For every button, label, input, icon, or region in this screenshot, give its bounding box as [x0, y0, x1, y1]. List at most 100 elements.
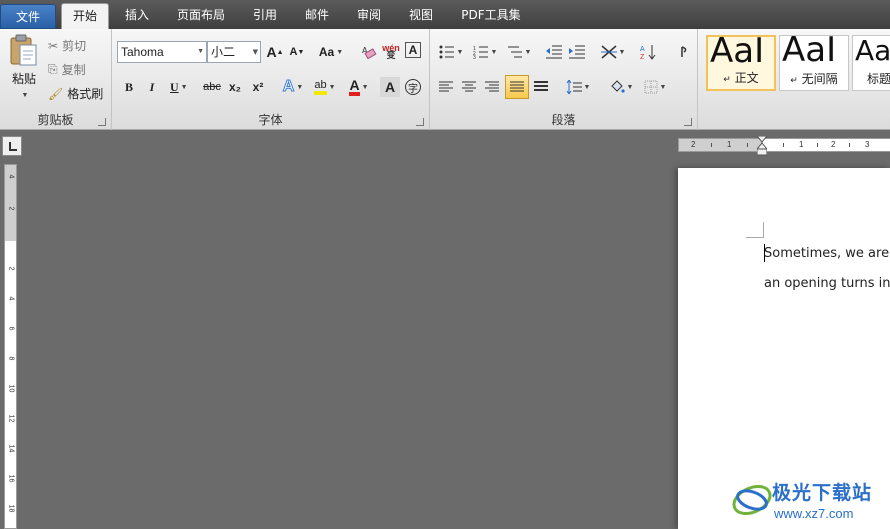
shrink-font-button[interactable]: A ▼	[287, 42, 307, 62]
tab-pdf-tools[interactable]: PDF工具集	[452, 3, 530, 29]
clipboard-launcher-icon[interactable]	[98, 118, 106, 126]
align-left-icon[interactable]	[436, 77, 456, 97]
copy-icon: ⎘	[48, 62, 58, 76]
bullets-button[interactable]: ▼	[436, 42, 466, 62]
document-text-line[interactable]: Sometimes, we are li	[764, 246, 890, 261]
style-preview: AaI	[782, 35, 837, 70]
paragraph-group-label: 段落	[551, 113, 576, 127]
grow-font-button[interactable]: A ▲	[265, 42, 285, 62]
style-no-spacing[interactable]: AaI ↵ 无间隔	[779, 35, 849, 91]
underline-button[interactable]: U ▼	[165, 77, 195, 97]
ruler-number: 1	[727, 140, 732, 149]
document-page[interactable]	[678, 168, 890, 529]
strikethrough-button[interactable]: abc	[200, 77, 224, 97]
indent-marker-icon[interactable]	[757, 136, 767, 156]
paragraph-launcher-icon[interactable]	[684, 118, 692, 126]
align-right-icon[interactable]	[482, 77, 502, 97]
justify-icon[interactable]	[505, 75, 529, 99]
paste-icon[interactable]	[9, 34, 39, 68]
cut-label: 剪切	[62, 39, 87, 53]
multilevel-list-icon	[507, 46, 522, 58]
chinese-layout-button[interactable]: ▼	[598, 42, 628, 62]
ruler-number: 18	[7, 504, 15, 513]
cut-button[interactable]: ✂ 剪切	[48, 37, 86, 54]
font-group-label: 字体	[258, 113, 283, 127]
line-spacing-button[interactable]: ▼	[563, 77, 593, 97]
ruler-number: 4	[7, 296, 15, 301]
tab-view[interactable]: 视图	[398, 3, 444, 29]
clear-format-icon[interactable]: A	[359, 42, 379, 62]
format-painter-button[interactable]: 🖌 格式刷	[48, 85, 103, 102]
scissors-icon: ✂	[48, 38, 59, 53]
watermark: 极光下载站 www.xz7.com	[730, 476, 890, 526]
font-color-button[interactable]: A ▼	[345, 77, 373, 97]
style-normal[interactable]: AaI ↵ 正文	[706, 35, 776, 91]
font-size-combo[interactable]: 小二 ▼	[207, 41, 261, 63]
ruler-number: 12	[7, 414, 15, 423]
shading-button[interactable]: ▼	[606, 77, 636, 97]
svg-text:Z: Z	[640, 54, 645, 60]
text-effects-button[interactable]: A ▼	[280, 77, 306, 97]
tab-stop-selector[interactable]	[2, 136, 22, 156]
align-center-icon[interactable]	[459, 77, 479, 97]
superscript-button[interactable]: x²	[248, 77, 268, 97]
copy-label: 复制	[61, 63, 86, 77]
tab-file[interactable]: 文件	[0, 4, 56, 29]
increase-indent-icon[interactable]	[567, 42, 587, 62]
numbering-button[interactable]: 1 2 3 ▼	[470, 42, 500, 62]
font-name-combo[interactable]: Tahoma ▼	[117, 41, 207, 63]
chevron-down-icon: ▼	[252, 48, 258, 56]
font-color-icon: A	[349, 78, 360, 96]
paste-button[interactable]: 粘贴	[8, 69, 40, 87]
tab-home[interactable]: 开始	[61, 3, 109, 29]
styles-group: AaI ↵ 正文 AaI ↵ 无间隔 Aa 标题	[698, 29, 890, 130]
clipboard-group-label: 剪贴板	[37, 113, 74, 127]
ruler-number: 2	[7, 266, 15, 271]
tab-page-layout[interactable]: 页面布局	[168, 3, 234, 29]
tab-mailings[interactable]: 邮件	[294, 3, 340, 29]
font-launcher-icon[interactable]	[416, 118, 424, 126]
ruler-number: 1	[799, 140, 804, 149]
sort-icon[interactable]: AZ	[638, 42, 658, 62]
phonetic-guide-button[interactable]: wén 变	[381, 42, 401, 62]
ruler-number: 2	[7, 206, 15, 211]
tab-insert[interactable]: 插入	[114, 3, 160, 29]
clipboard-group: 粘贴 ▼ ✂ 剪切 ⎘ 复制 🖌 格式刷 剪贴板	[0, 29, 112, 130]
italic-button[interactable]: I	[142, 77, 162, 97]
ruler-number: 8	[7, 356, 15, 361]
highlight-button[interactable]: ab ▼	[310, 77, 340, 97]
copy-button[interactable]: ⎘ 复制	[48, 61, 86, 78]
character-border-button[interactable]: A	[405, 42, 421, 58]
show-formatting-icon[interactable]	[674, 42, 694, 62]
watermark-text: 极光下载站	[772, 482, 873, 504]
watermark-url: www.xz7.com	[774, 506, 854, 521]
subscript-button[interactable]: x₂	[225, 77, 245, 97]
horizontal-ruler[interactable]: 2 1 1 2 3	[678, 138, 890, 152]
ruler-number: 10	[7, 384, 15, 393]
character-shading-button[interactable]: A	[380, 77, 400, 97]
document-text-line[interactable]: an opening turns int	[764, 276, 890, 291]
numbering-icon: 123	[473, 46, 488, 59]
style-name: 标题	[867, 72, 890, 86]
font-name-value: Tahoma	[121, 45, 164, 59]
decrease-indent-icon[interactable]	[544, 42, 564, 62]
change-case-button[interactable]: Aa ▼	[317, 42, 345, 62]
enclose-characters-button[interactable]: 字	[403, 77, 423, 97]
text-caret	[764, 244, 765, 262]
ruler-number: 4	[7, 174, 15, 179]
ribbon: 粘贴 ▼ ✂ 剪切 ⎘ 复制 🖌 格式刷 剪贴板 Tahoma ▼ 小二 ▼ A…	[0, 29, 890, 130]
borders-button[interactable]: ▼	[640, 77, 670, 97]
distributed-align-icon[interactable]	[531, 77, 551, 97]
style-heading[interactable]: Aa 标题	[852, 35, 890, 91]
bold-button[interactable]: B	[119, 77, 139, 97]
paintbrush-icon: 🖌	[48, 86, 64, 101]
tab-references[interactable]: 引用	[242, 3, 288, 29]
paste-dropdown-icon[interactable]: ▼	[16, 89, 32, 101]
style-name: ↵ 无间隔	[790, 72, 838, 86]
vertical-ruler[interactable]: 4 2 2 4 6 8 10 12 14 16 18	[4, 164, 17, 529]
style-name: ↵ 正文	[723, 71, 759, 85]
tab-review[interactable]: 审阅	[346, 3, 392, 29]
ruler-number: 2	[691, 140, 696, 149]
multilevel-list-button[interactable]: ▼	[504, 42, 534, 62]
style-preview: AaI	[710, 35, 765, 71]
